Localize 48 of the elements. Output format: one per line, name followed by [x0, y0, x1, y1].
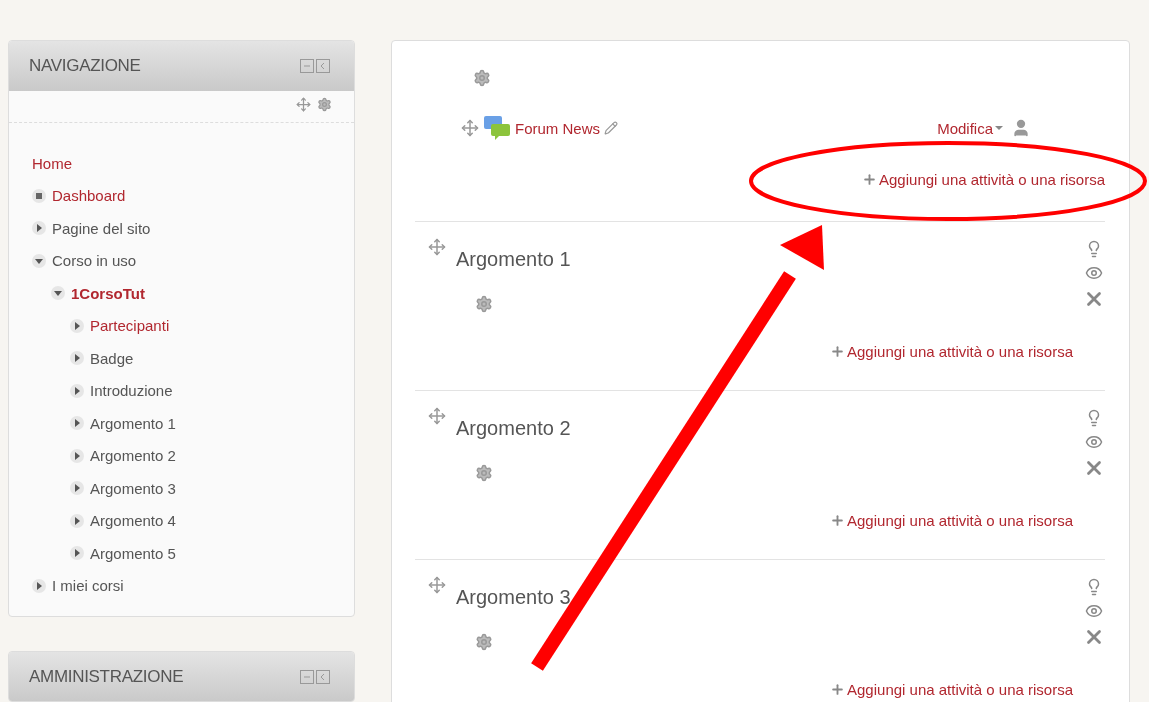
nav-item[interactable]: Argomento 3	[90, 479, 176, 497]
nav-item[interactable]: Argomento 2	[90, 447, 176, 465]
move-icon[interactable]	[428, 407, 446, 425]
add-activity-link[interactable]: Aggiungi una attività o una risorsa	[830, 343, 1073, 360]
add-activity-link[interactable]: Aggiungi una attività o una risorsa	[830, 512, 1073, 529]
nav-item[interactable]: Badge	[90, 349, 134, 367]
section-title: Argomento 2	[456, 417, 572, 440]
bullet-icon	[32, 188, 46, 203]
user-icon[interactable]	[1011, 118, 1031, 138]
nav-item[interactable]: I miei corsi	[52, 577, 124, 595]
move-icon[interactable]	[296, 97, 311, 112]
move-icon[interactable]	[428, 238, 446, 256]
edit-icon[interactable]	[604, 121, 618, 135]
settings-icon[interactable]	[473, 69, 491, 87]
add-activity-link[interactable]: Aggiungi una attività o una risorsa	[830, 681, 1073, 698]
add-activity-link[interactable]: Aggiungi una attività o una risorsa	[862, 171, 1105, 188]
nav-item[interactable]: Argomento 5	[90, 544, 176, 562]
section-title: Argomento 1	[456, 248, 572, 271]
section-title: Argomento 3	[456, 586, 572, 609]
nav-item[interactable]: Dashboard	[52, 187, 126, 205]
nav-item[interactable]: Introduzione	[90, 382, 173, 400]
move-icon[interactable]	[461, 119, 479, 137]
edit-menu[interactable]: Modifica	[937, 119, 1007, 137]
forum-icon	[483, 115, 511, 141]
plus-icon	[862, 172, 877, 187]
settings-menu-icon[interactable]	[317, 97, 332, 112]
settings-icon[interactable]	[475, 295, 493, 313]
plus-icon	[830, 344, 845, 359]
forum-link[interactable]: Forum News	[515, 119, 600, 137]
eye-icon[interactable]	[1085, 602, 1103, 620]
eye-icon[interactable]	[1085, 264, 1103, 282]
nav-item[interactable]: Home	[32, 154, 72, 172]
block-title: AMMINISTRAZIONE	[29, 667, 184, 687]
nav-item[interactable]: Pagine del sito	[52, 219, 151, 237]
nav-item[interactable]: Partecipanti	[90, 317, 170, 335]
block-title: NAVIGAZIONE	[29, 56, 141, 76]
nav-item[interactable]: Corso in uso	[52, 252, 137, 270]
settings-icon[interactable]	[475, 464, 493, 482]
nav-item[interactable]: Argomento 1	[90, 414, 176, 432]
dock-icon[interactable]	[300, 670, 332, 684]
dock-icon[interactable]	[300, 59, 332, 73]
nav-item[interactable]: Argomento 4	[90, 512, 176, 530]
plus-icon	[830, 682, 845, 697]
move-icon[interactable]	[428, 576, 446, 594]
plus-icon	[830, 513, 845, 528]
eye-icon[interactable]	[1085, 433, 1103, 451]
settings-icon[interactable]	[475, 633, 493, 651]
nav-item[interactable]: 1CorsoTut	[71, 284, 145, 302]
